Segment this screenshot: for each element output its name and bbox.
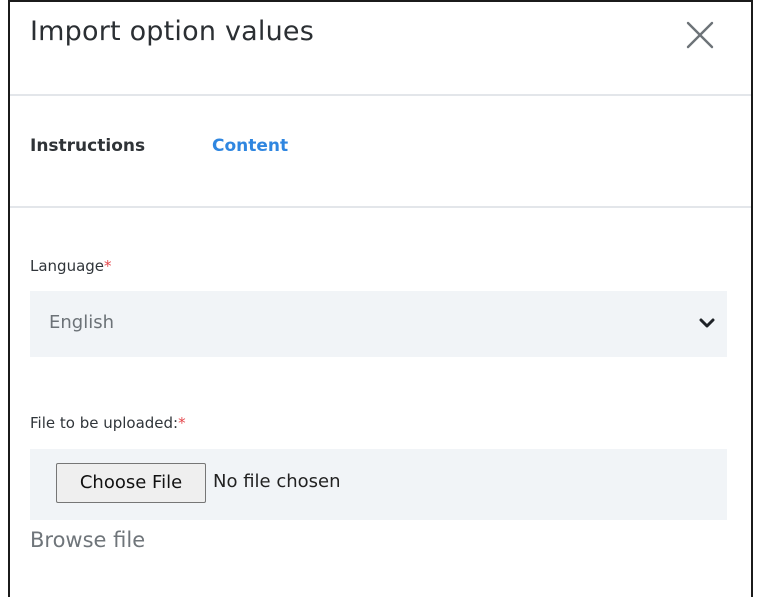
- close-icon: [686, 21, 714, 49]
- required-marker: *: [104, 257, 112, 275]
- language-label: Language*: [30, 257, 112, 275]
- language-select[interactable]: English: [30, 291, 727, 357]
- dialog-title: Import option values: [30, 16, 314, 47]
- dialog-header: Import option values: [10, 2, 751, 96]
- tab-bar: Instructions Content: [10, 96, 751, 208]
- language-selected-value: English: [49, 312, 114, 333]
- browse-file-hint: Browse file: [30, 528, 146, 552]
- file-status-text: No file chosen: [213, 471, 341, 492]
- language-label-text: Language: [30, 257, 105, 275]
- file-upload-label: File to be uploaded:*: [30, 414, 186, 432]
- required-marker: *: [178, 414, 186, 432]
- chevron-down-icon: [699, 318, 715, 328]
- close-button[interactable]: [683, 18, 717, 52]
- file-upload-label-text: File to be uploaded:: [30, 414, 179, 432]
- import-option-values-dialog: Import option values Instructions Conten…: [8, 0, 753, 597]
- file-input-box: Choose File No file chosen: [30, 449, 727, 520]
- tab-instructions[interactable]: Instructions: [30, 136, 145, 156]
- tab-content[interactable]: Content: [212, 136, 288, 156]
- choose-file-button[interactable]: Choose File: [56, 463, 206, 503]
